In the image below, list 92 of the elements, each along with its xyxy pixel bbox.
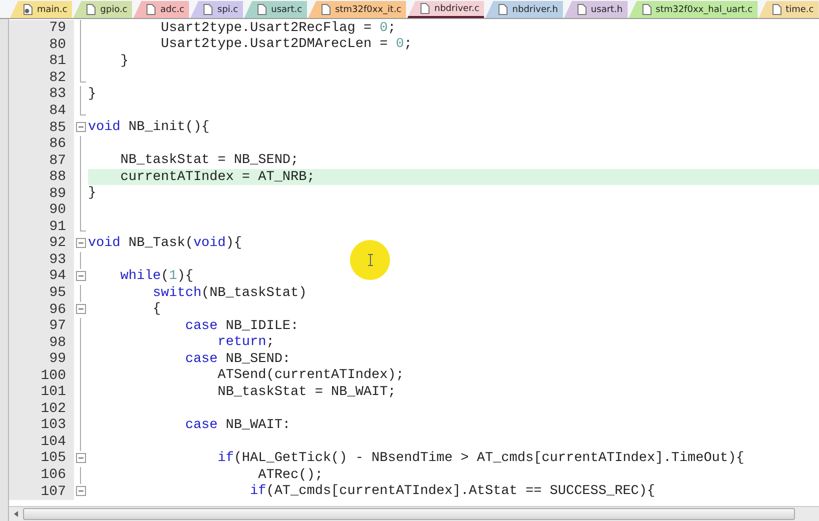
line-number: 95 xyxy=(9,284,74,302)
line-number: 82 xyxy=(9,70,74,86)
code-line: return; xyxy=(216,335,274,350)
tab-label: time.c xyxy=(786,4,814,14)
code-line: ATRec(); xyxy=(257,468,323,483)
line-number: 81 xyxy=(9,53,74,70)
code-line: while(1){ xyxy=(119,268,194,284)
collapse-icon[interactable] xyxy=(76,304,86,314)
code-line: NB_taskStat = NB_SEND; xyxy=(119,153,299,168)
tab-label: stm32f0xx_hal_uart.c xyxy=(656,4,753,14)
tab-label: usart.c xyxy=(271,4,302,14)
file-icon xyxy=(772,4,782,15)
line-number: 88 xyxy=(9,168,74,186)
tab-label: spi.c xyxy=(217,4,238,14)
file-tab[interactable]: stm32f0xx_hal_uart.c xyxy=(628,1,758,18)
file-tab[interactable]: usart.h xyxy=(564,1,628,18)
line-number: 107 xyxy=(9,483,74,500)
file-tab[interactable]: adc.c xyxy=(133,1,190,18)
code-line: } xyxy=(88,86,96,102)
file-tab[interactable]: nbdriver.h xyxy=(485,1,563,18)
code-line: NB_taskStat = NB_WAIT; xyxy=(216,384,396,400)
code-line: case NB_WAIT: xyxy=(184,418,291,433)
horizontal-scrollbar[interactable] xyxy=(9,506,819,521)
file-icon xyxy=(420,3,430,14)
file-icon xyxy=(642,4,652,15)
line-number: 98 xyxy=(9,334,74,351)
code-line: switch(NB_taskStat) xyxy=(152,286,307,301)
tab-label: nbdriver.h xyxy=(512,4,558,14)
code-line: Usart2type.Usart2DMArecLen = 0; xyxy=(160,37,412,52)
line-number: 85 xyxy=(9,119,74,136)
code-line: void NB_init(){ xyxy=(88,120,210,136)
scrollbar-thumb[interactable] xyxy=(23,508,795,520)
line-number: 80 xyxy=(9,36,74,54)
file-tab[interactable]: spi.c xyxy=(190,1,244,18)
collapse-icon[interactable] xyxy=(76,486,86,496)
code-line: case NB_IDILE: xyxy=(184,318,299,334)
file-tab[interactable]: main.c xyxy=(10,1,72,18)
file-icon xyxy=(203,4,214,15)
file-tab[interactable]: gpio.c xyxy=(73,1,132,18)
code-line: Usart2type.Usart2RecFlag = 0; xyxy=(160,20,396,36)
collapse-icon[interactable] xyxy=(76,122,86,132)
scroll-left-icon[interactable] xyxy=(13,510,19,518)
line-number: 100 xyxy=(9,367,74,384)
line-number: 103 xyxy=(9,417,74,434)
text-cursor-icon xyxy=(366,254,374,266)
line-number: 79 xyxy=(9,20,74,37)
code-line: if(HAL_GetTick() - NBsendTime > AT_cmds[currentATIndex].TimeOut){ xyxy=(216,450,744,466)
code-line: { xyxy=(152,302,161,318)
tab-label: usart.h xyxy=(590,4,623,14)
tab-label: adc.c xyxy=(160,4,184,14)
code-line: void NB_Task(void){ xyxy=(88,236,242,251)
line-number: 104 xyxy=(9,434,74,450)
file-icon xyxy=(498,4,508,15)
file-tab[interactable]: time.c xyxy=(758,1,819,18)
line-number: 105 xyxy=(9,450,74,467)
code-line: currentATIndex = AT_NRB; xyxy=(119,170,315,185)
line-number: 99 xyxy=(9,350,74,368)
file-icon xyxy=(257,4,268,15)
file-tab[interactable]: usart.c xyxy=(244,1,308,18)
line-number: 102 xyxy=(9,400,74,418)
file-tab[interactable]: stm32f0xx_it.c xyxy=(308,1,406,18)
line-number: 91 xyxy=(9,218,74,236)
line-number: 89 xyxy=(9,185,74,202)
line-number: 93 xyxy=(9,252,74,268)
file-tab[interactable]: nbdriver.c xyxy=(407,1,484,18)
line-number: 90 xyxy=(9,202,74,219)
file-icon xyxy=(576,4,587,15)
line-number: 87 xyxy=(9,152,74,169)
line-number: 97 xyxy=(9,318,74,334)
line-number: 84 xyxy=(9,102,74,120)
code-line: if(AT_cmds[currentATIndex].AtStat == SUCCESS_REC){ xyxy=(249,484,656,500)
file-icon xyxy=(321,4,332,15)
tab-label: gpio.c xyxy=(100,4,128,14)
code-line: } xyxy=(119,54,129,69)
tab-label: nbdriver.c xyxy=(434,4,480,14)
line-number: 86 xyxy=(9,136,74,152)
line-number: 106 xyxy=(9,466,74,484)
collapse-icon[interactable] xyxy=(76,238,86,248)
tab-label: stm32f0xx_it.c xyxy=(335,4,402,14)
line-number: 83 xyxy=(9,86,74,103)
line-number: 92 xyxy=(9,235,74,252)
code-line: case NB_SEND: xyxy=(184,352,291,367)
file-icon xyxy=(146,4,156,15)
tab-label: main.c xyxy=(37,4,68,14)
code-line: } xyxy=(88,186,96,202)
line-number: 101 xyxy=(9,384,74,401)
code-line: ATSend(currentATIndex); xyxy=(216,368,404,384)
file-icon xyxy=(86,4,96,15)
line-number: 96 xyxy=(9,301,74,318)
collapse-icon[interactable] xyxy=(76,271,86,282)
collapse-icon[interactable] xyxy=(76,453,86,464)
line-number: 94 xyxy=(9,268,74,285)
